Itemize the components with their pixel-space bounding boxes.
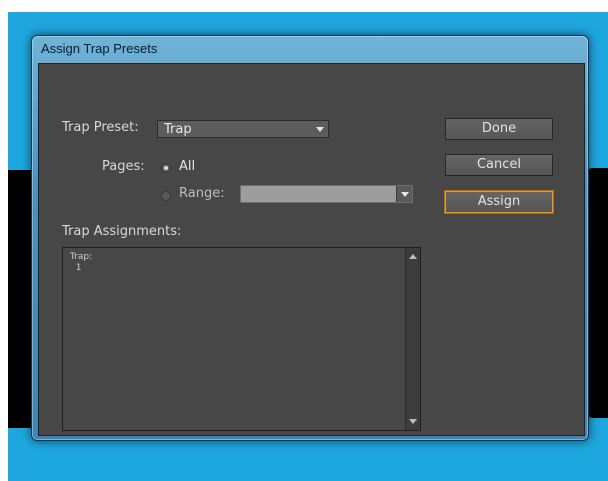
chevron-down-icon: [316, 127, 324, 132]
trap-assignments-text: Trap: 1: [70, 252, 93, 273]
list-scrollbar[interactable]: [405, 248, 420, 430]
range-dropdown[interactable]: [240, 185, 413, 203]
title-bar[interactable]: Assign Trap Presets: [32, 36, 588, 62]
done-button[interactable]: Done: [445, 118, 553, 140]
trap-assignments-label: Trap Assignments:: [62, 224, 182, 239]
range-radio[interactable]: [161, 191, 171, 201]
range-radio-label[interactable]: Range:: [179, 186, 225, 201]
trap-preset-value: Trap: [164, 122, 192, 137]
pages-label: Pages:: [102, 159, 145, 174]
scroll-down-icon[interactable]: [409, 419, 417, 424]
trap-assignments-list[interactable]: Trap: 1: [62, 247, 421, 431]
assign-trap-presets-dialog: Assign Trap Presets Trap Preset: Trap Pa…: [31, 35, 589, 441]
dialog-title: Assign Trap Presets: [41, 41, 158, 56]
all-radio-label[interactable]: All: [179, 159, 195, 174]
dialog-content: Trap Preset: Trap Pages: All Range: Trap…: [38, 63, 585, 436]
all-radio[interactable]: [161, 163, 171, 173]
chevron-down-icon: [401, 192, 409, 197]
trap-preset-label: Trap Preset:: [62, 120, 139, 135]
scroll-up-icon[interactable]: [409, 254, 417, 259]
trap-preset-dropdown[interactable]: Trap: [157, 120, 329, 138]
assign-button[interactable]: Assign: [445, 191, 553, 213]
cancel-button[interactable]: Cancel: [445, 154, 553, 176]
